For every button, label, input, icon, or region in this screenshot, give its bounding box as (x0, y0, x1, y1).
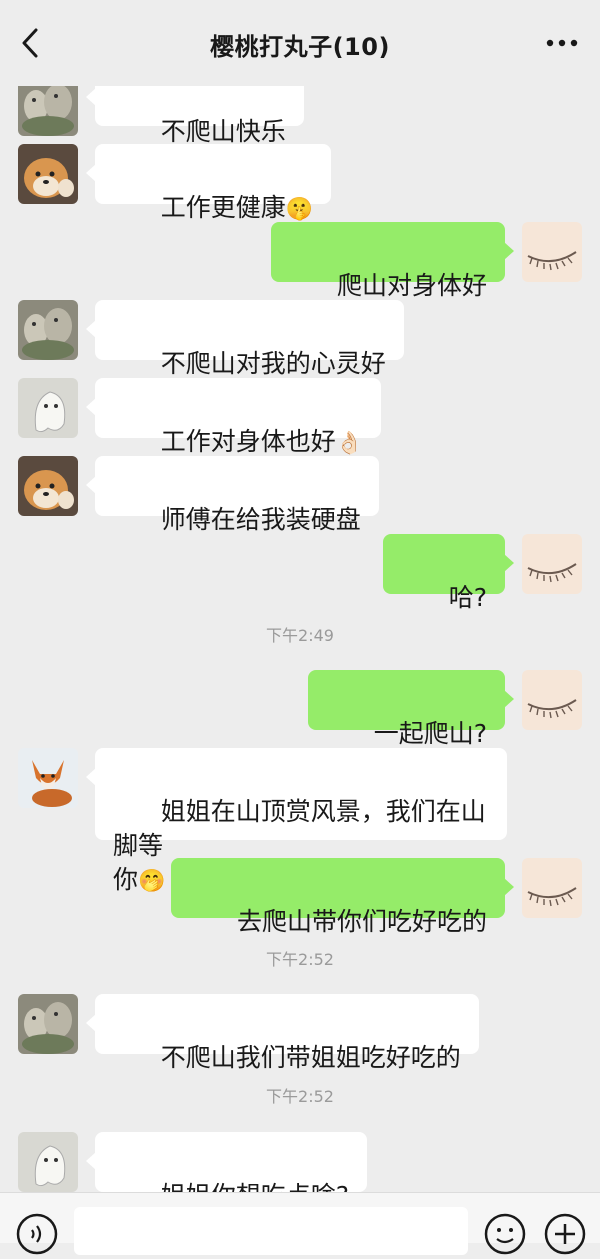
plus-button[interactable] (544, 1213, 586, 1255)
message-row: 去爬山带你们吃好吃的 (0, 858, 600, 936)
message-text: 一起爬山? (373, 719, 487, 748)
message-text: 工作更健康 (160, 193, 286, 222)
message-bubble[interactable]: 师傅在给我装硬盘 (86, 456, 379, 534)
message-row: 哈? (0, 534, 600, 612)
eye-avatar[interactable] (522, 534, 582, 594)
fox-avatar[interactable] (18, 748, 78, 808)
message-text: 不爬山对我的心灵好 (160, 349, 386, 378)
shiba-avatar[interactable] (18, 456, 78, 516)
message-bubble[interactable]: 爬山对身体好 (271, 222, 514, 300)
message-row: 爬山对身体好 (0, 222, 600, 300)
message-bubble[interactable]: 工作更健康🤫 (85, 144, 332, 222)
message-row: 不爬山我们带姐姐吃好吃的 (0, 994, 600, 1072)
eye-avatar[interactable] (522, 858, 582, 918)
timestamp: 下午2:52 (266, 950, 334, 969)
chat-title: 樱桃打丸子(10) (210, 33, 390, 61)
timestamp: 下午2:52 (266, 1087, 334, 1106)
shiba-avatar[interactable] (18, 144, 78, 204)
message-text: 师傅在给我装硬盘 (160, 505, 361, 534)
message-bubble[interactable]: 姐姐你想吃点啥? (86, 1132, 367, 1192)
rock-avatar[interactable] (18, 994, 78, 1054)
message-text: 不爬山快乐 (160, 117, 286, 146)
message-bubble[interactable]: 哈? (383, 534, 514, 612)
message-bubble[interactable]: 一起爬山? (308, 670, 514, 748)
ok-hand-emoji-icon: 👌🏻 (335, 431, 364, 456)
rock-avatar[interactable] (18, 300, 78, 360)
shushing-face-emoji-icon: 🤫 (285, 197, 314, 222)
chat-header: 樱桃打丸子(10) (0, 0, 600, 86)
message-text: 不爬山我们带姐姐吃好吃的 (160, 1043, 461, 1072)
message-input[interactable] (74, 1207, 468, 1255)
message-text: 爬山对身体好 (336, 271, 487, 300)
input-bar (0, 1192, 600, 1255)
eye-avatar[interactable] (522, 670, 582, 730)
message-bubble[interactable]: 姐姐在山顶赏风景，我们在山脚等 你🤭 (86, 748, 507, 894)
message-row: 不爬山对我的心灵好 (0, 300, 600, 378)
message-row: 一起爬山? (0, 670, 600, 748)
message-row: 姐姐你想吃点啥? (0, 1132, 600, 1192)
voice-icon (16, 1213, 58, 1255)
message-bubble[interactable]: 不爬山我们带姐姐吃好吃的 (86, 994, 479, 1072)
message-bubble[interactable]: 不爬山对我的心灵好 (86, 300, 404, 378)
more-dots-icon (546, 39, 578, 47)
timestamp: 下午2:49 (266, 626, 334, 645)
ghost-avatar[interactable] (18, 1132, 78, 1192)
message-row: 工作对身体也好👌🏻 (0, 378, 600, 456)
smile-icon (484, 1213, 526, 1255)
chat-area[interactable]: 不爬山快乐 工作更健康🤫 爬山对身体好 不爬山对我的心灵好 工作对身体也好👌🏻 … (0, 0, 600, 1192)
emoji-button[interactable] (484, 1213, 526, 1255)
message-text: 姐姐你想吃点啥? (161, 1181, 349, 1192)
message-bubble[interactable]: 去爬山带你们吃好吃的 (171, 858, 514, 936)
message-text: 哈? (448, 583, 487, 612)
message-row: 师傅在给我装硬盘 (0, 456, 600, 534)
message-text: 工作对身体也好 (160, 427, 336, 456)
voice-button[interactable] (16, 1213, 58, 1255)
message-text: 去爬山带你们吃好吃的 (236, 907, 487, 936)
message-row: 姐姐在山顶赏风景，我们在山脚等 你🤭 (0, 748, 600, 894)
more-options-button[interactable] (542, 28, 582, 58)
eye-avatar[interactable] (522, 222, 582, 282)
ghost-avatar[interactable] (18, 378, 78, 438)
message-row: 工作更健康🤫 (0, 144, 600, 222)
plus-icon (544, 1213, 586, 1255)
message-bubble[interactable]: 工作对身体也好👌🏻 (85, 378, 382, 456)
